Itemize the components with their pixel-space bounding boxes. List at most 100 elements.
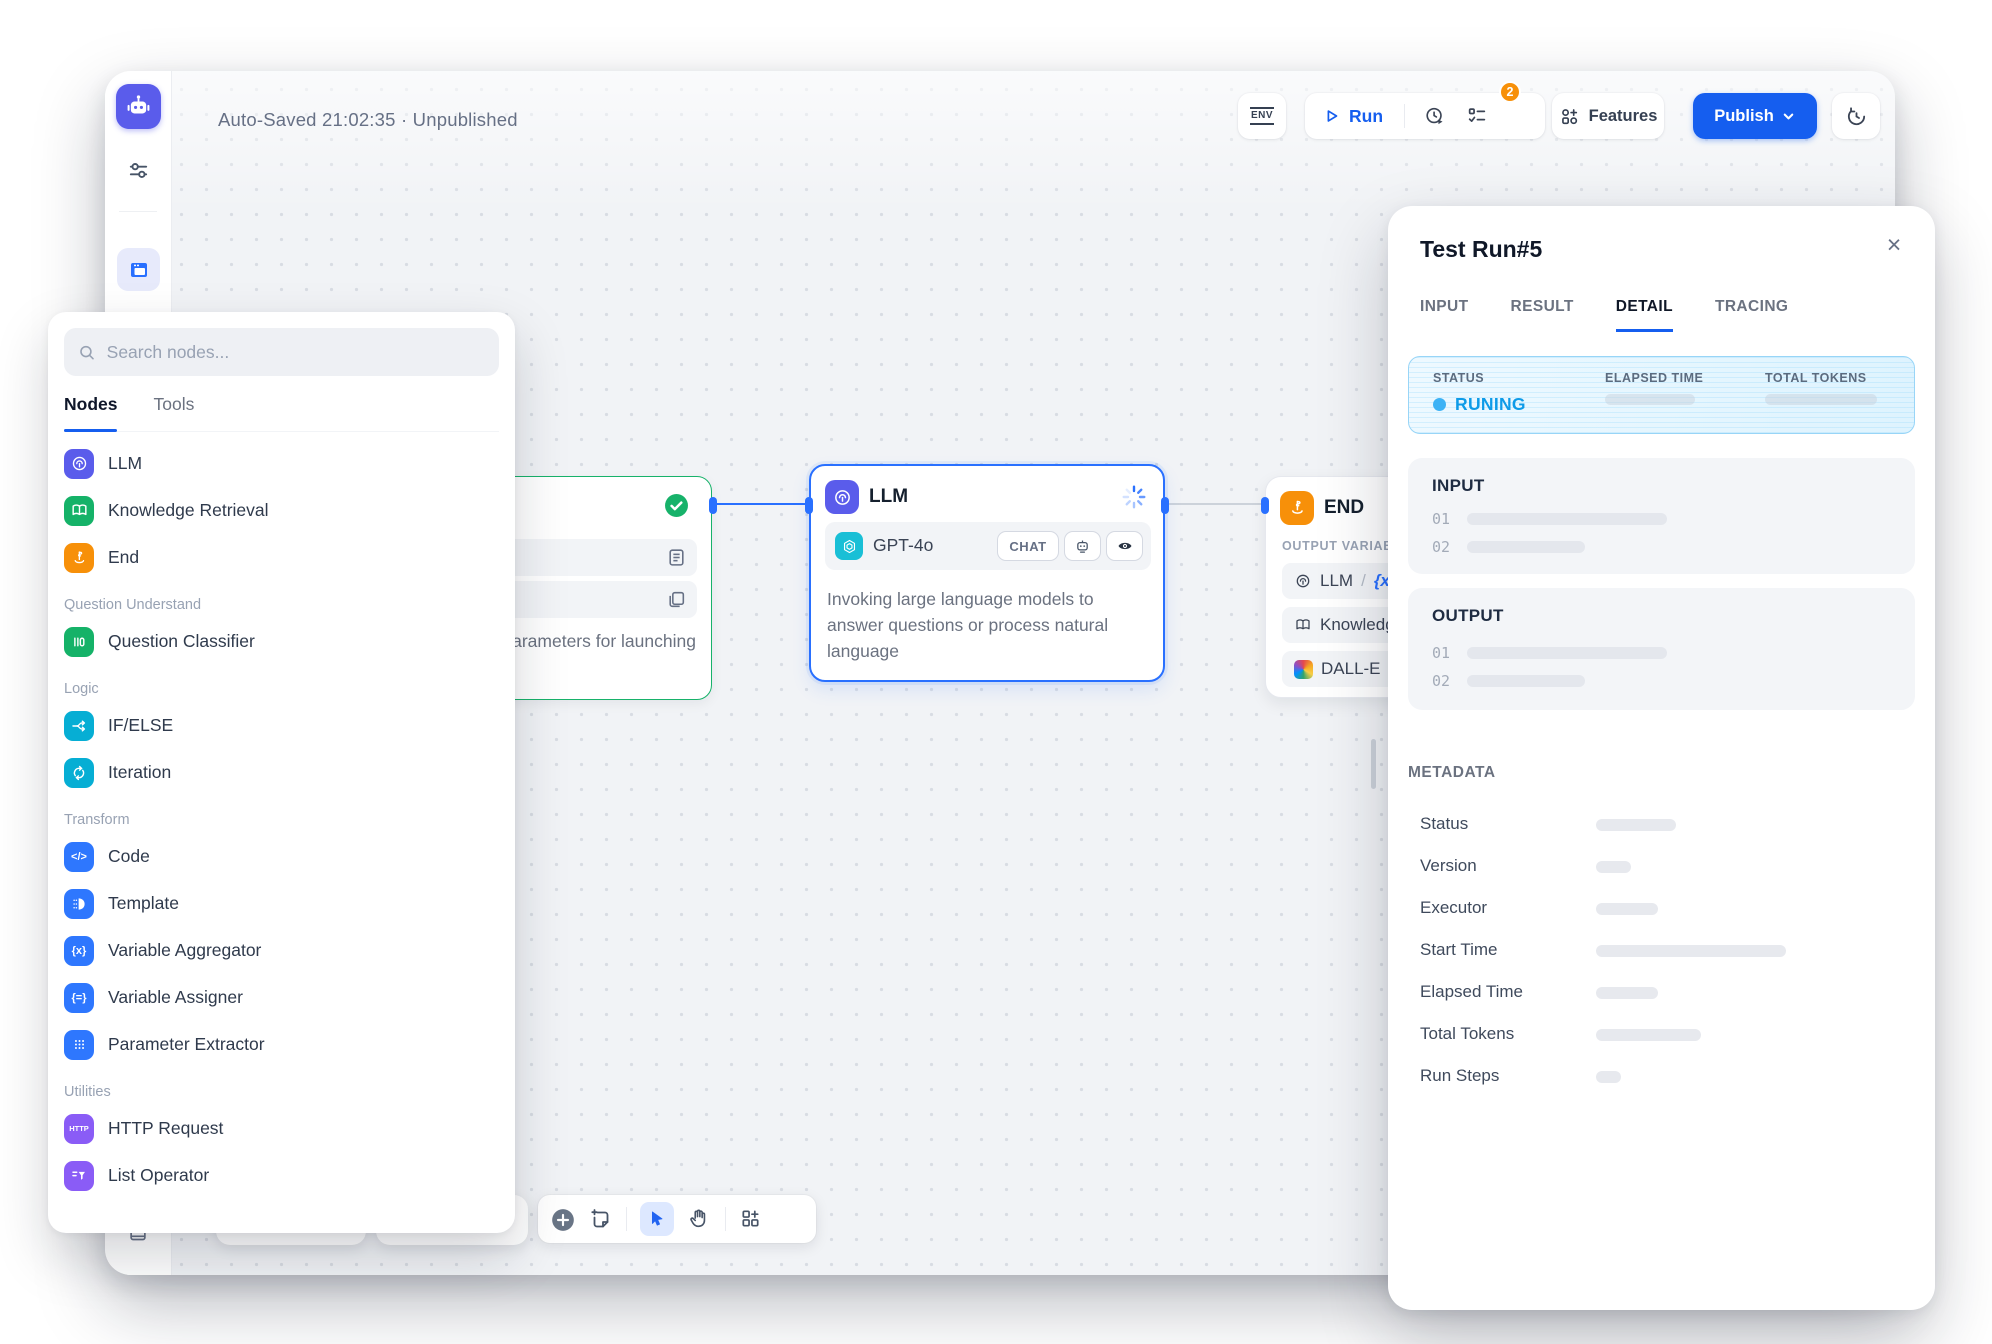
var-x-glyph: {x} xyxy=(72,945,87,957)
node-item-label: Template xyxy=(108,893,179,914)
copy-icon xyxy=(666,589,687,610)
sidebar-divider xyxy=(119,211,157,212)
node-item-variable-assigner[interactable]: {=} Variable Assigner xyxy=(48,974,515,1021)
node-item-label: HTTP Request xyxy=(108,1118,223,1139)
line-number: 01 xyxy=(1432,644,1450,662)
eye-icon xyxy=(1116,537,1134,555)
output-title: OUTPUT xyxy=(1432,606,1504,626)
edge-llm-to-end xyxy=(1165,503,1265,505)
search-input[interactable] xyxy=(107,342,485,363)
node-item-label: Iteration xyxy=(108,762,171,783)
tab-input[interactable]: INPUT xyxy=(1420,298,1469,332)
output-handle[interactable] xyxy=(1161,497,1169,514)
agent-toggle[interactable] xyxy=(1064,531,1101,561)
skeleton-bar xyxy=(1467,541,1585,553)
metadata-row-version: Version xyxy=(1420,856,1903,878)
metadata-label: Elapsed Time xyxy=(1420,982,1523,1001)
panel-resize-handle[interactable] xyxy=(1371,739,1376,789)
node-item-iteration[interactable]: Iteration xyxy=(48,749,515,796)
publish-button[interactable]: Publish xyxy=(1693,93,1817,139)
skeleton-bar xyxy=(1467,513,1667,525)
pointer-tool-selected[interactable] xyxy=(640,1202,674,1236)
model-selector[interactable]: GPT-4o CHAT xyxy=(825,522,1151,570)
tab-detail[interactable]: DETAIL xyxy=(1616,298,1673,332)
version-history-button[interactable] xyxy=(1832,93,1880,139)
node-item-code[interactable]: </> Code xyxy=(48,833,515,880)
variable-source: LLM xyxy=(1320,571,1353,591)
node-item-http-request[interactable]: HTTP HTTP Request xyxy=(48,1105,515,1152)
features-label: Features xyxy=(1589,107,1658,126)
node-item-parameter-extractor[interactable]: Parameter Extractor xyxy=(48,1021,515,1068)
node-item-end[interactable]: End xyxy=(48,534,515,581)
input-handle[interactable] xyxy=(1261,497,1269,514)
if-else-icon xyxy=(64,711,94,741)
add-node-button[interactable] xyxy=(550,1207,575,1232)
metadata-row-elapsed-time: Elapsed Time xyxy=(1420,982,1903,1004)
skeleton-bar xyxy=(1596,945,1786,957)
hand-tool[interactable] xyxy=(687,1207,712,1232)
tab-result[interactable]: RESULT xyxy=(1511,298,1574,332)
input-handle[interactable] xyxy=(805,497,813,514)
code-glyph: </> xyxy=(71,851,87,863)
chevron-down-icon xyxy=(1781,109,1796,124)
tab-tracing[interactable]: TRACING xyxy=(1715,298,1788,332)
node-item-if-else[interactable]: IF/ELSE xyxy=(48,702,515,749)
output-handle[interactable] xyxy=(709,497,717,514)
variable-assigner-icon: {=} xyxy=(64,983,94,1013)
node-picker-panel: Nodes Tools LLM Knowledge Retrieval xyxy=(48,312,515,1233)
loading-spinner-icon xyxy=(1121,484,1147,510)
section-utilities: Utilities xyxy=(48,1068,515,1105)
panel-toggle-active[interactable] xyxy=(117,248,160,291)
skeleton-bar xyxy=(1596,903,1658,915)
iteration-icon xyxy=(64,758,94,788)
organize-nodes-button[interactable] xyxy=(739,1207,764,1232)
checklist-button[interactable] xyxy=(1466,105,1488,127)
metadata-label: Total Tokens xyxy=(1420,1024,1514,1043)
metadata-row-status: Status xyxy=(1420,814,1903,836)
tab-tools[interactable]: Tools xyxy=(153,394,194,431)
section-question-understand: Question Understand xyxy=(48,581,515,618)
run-label: Run xyxy=(1349,106,1383,127)
input-title: INPUT xyxy=(1432,476,1485,496)
metadata-row-start-time: Start Time xyxy=(1420,940,1903,962)
tab-nodes[interactable]: Nodes xyxy=(64,394,117,431)
divider xyxy=(1404,104,1405,128)
llm-node[interactable]: LLM GPT-4o CHAT xyxy=(809,464,1165,682)
test-run-panel: Test Run#5 × INPUT RESULT DETAIL TRACING… xyxy=(1388,206,1935,1310)
skeleton-bar xyxy=(1467,675,1585,687)
vision-toggle[interactable] xyxy=(1106,531,1143,561)
play-icon xyxy=(1323,107,1341,125)
openai-icon xyxy=(835,532,863,560)
llm-icon xyxy=(1294,572,1312,590)
skeleton-bar xyxy=(1596,861,1631,873)
line-number: 01 xyxy=(1432,510,1450,528)
app-logo-robot-icon[interactable] xyxy=(116,84,161,129)
knowledge-book-icon xyxy=(1294,616,1312,634)
features-button[interactable]: Features xyxy=(1552,93,1664,139)
node-item-llm[interactable]: LLM xyxy=(48,440,515,487)
panel-title: Test Run#5 xyxy=(1420,236,1542,263)
node-item-knowledge-retrieval[interactable]: Knowledge Retrieval xyxy=(48,487,515,534)
node-item-question-classifier[interactable]: Question Classifier xyxy=(48,618,515,665)
node-search[interactable] xyxy=(64,328,499,376)
skeleton-bar xyxy=(1605,394,1695,405)
run-button[interactable]: Run xyxy=(1323,106,1383,127)
preferences-sliders-icon[interactable] xyxy=(127,159,150,182)
divider xyxy=(725,1207,726,1231)
close-icon[interactable]: × xyxy=(1877,228,1911,262)
variable-source: DALL-E xyxy=(1321,659,1381,679)
document-icon xyxy=(666,547,687,568)
skeleton-bar xyxy=(1765,394,1877,405)
run-history-clock-icon[interactable] xyxy=(1424,105,1446,127)
add-note-button[interactable] xyxy=(588,1207,613,1232)
node-item-variable-aggregator[interactable]: {x} Variable Aggregator xyxy=(48,927,515,974)
llm-node-title: LLM xyxy=(869,486,908,508)
node-item-list-operator[interactable]: List Operator xyxy=(48,1152,515,1199)
env-variables-button[interactable]: ENV xyxy=(1238,93,1286,139)
metadata-row-total-tokens: Total Tokens xyxy=(1420,1024,1903,1046)
input-card: INPUT 01 02 xyxy=(1408,458,1915,574)
robot-icon xyxy=(125,93,152,120)
llm-node-description: Invoking large language models to answer… xyxy=(827,586,1149,664)
node-item-template[interactable]: Template xyxy=(48,880,515,927)
edge-start-to-llm xyxy=(712,503,809,505)
